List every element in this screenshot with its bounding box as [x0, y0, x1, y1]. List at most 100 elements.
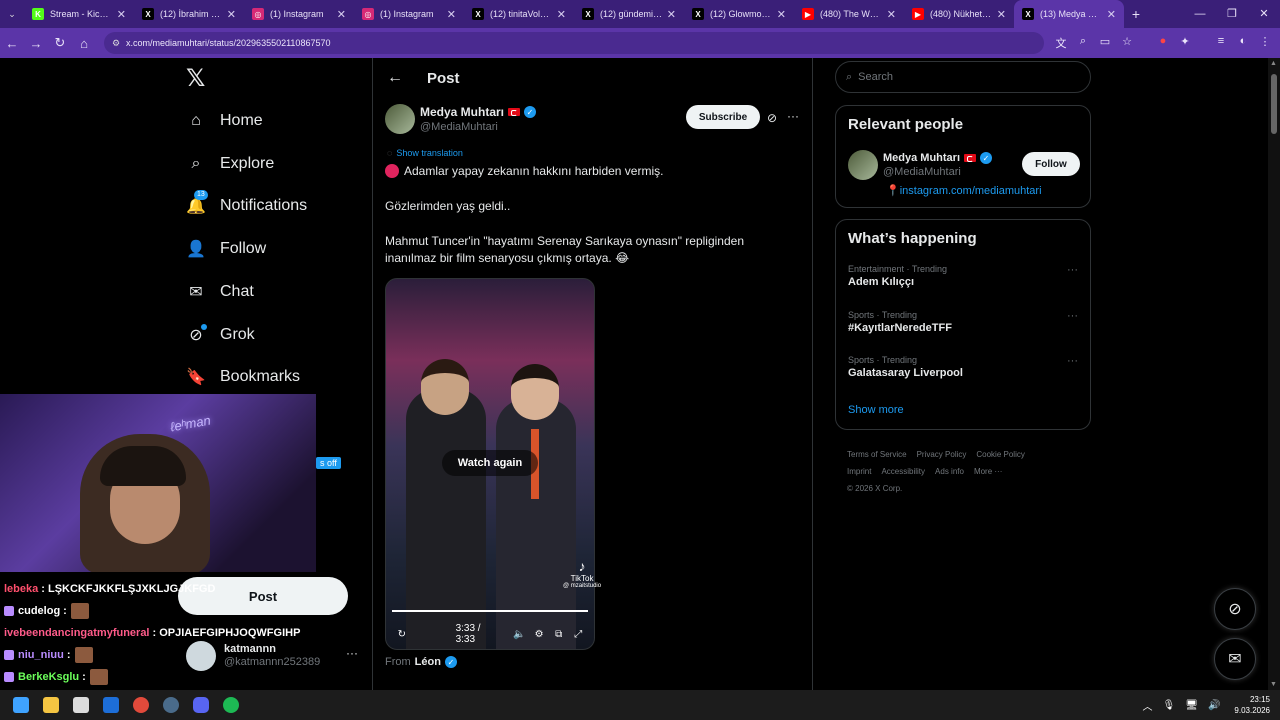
back-arrow-icon[interactable]: ←	[387, 69, 427, 87]
browser-tab[interactable]: X (12) gündemio on X ✕	[574, 0, 684, 28]
more-icon[interactable]: ···	[1067, 264, 1078, 276]
more-icon[interactable]: ···	[1067, 310, 1078, 322]
watch-again-button[interactable]: Watch again	[442, 450, 538, 476]
grok-icon[interactable]: ⊘	[767, 111, 777, 125]
restore-icon[interactable]: ❐	[1216, 0, 1248, 28]
show-translation-link[interactable]: ◌ Show translation	[387, 148, 463, 158]
browser-tab[interactable]: ▶ (480) Nükhet Duru ✕	[904, 0, 1014, 28]
tab-close-icon[interactable]: ✕	[777, 8, 786, 21]
outlook-icon[interactable]	[96, 690, 126, 720]
more-icon[interactable]: ···	[787, 109, 799, 123]
browser-menu-icon[interactable]: ⋮	[1254, 35, 1276, 51]
zoom-icon[interactable]: ⌕	[1072, 35, 1094, 51]
minimize-icon[interactable]: —	[1184, 0, 1216, 28]
x-logo-icon[interactable]: 𝕏	[186, 67, 208, 91]
bio-link[interactable]: 📍instagram.com/mediamuhtari	[886, 184, 1042, 197]
avatar[interactable]	[848, 150, 878, 180]
author-name[interactable]: Medya Muhtarı	[420, 105, 504, 119]
scrollbar-thumb[interactable]	[1271, 74, 1277, 134]
extensions-icon[interactable]: ✦	[1174, 35, 1196, 51]
volume-icon[interactable]: 🔈	[510, 629, 530, 640]
media-icon[interactable]: ≡	[1210, 35, 1232, 51]
discord-icon[interactable]	[186, 690, 216, 720]
tab-search-icon[interactable]: ⌄	[0, 0, 24, 28]
from-user-link[interactable]: Léon	[415, 656, 441, 668]
nav-item-bookmarks[interactable]: 🔖 Bookmarks	[186, 362, 300, 392]
trend-item[interactable]: Sports · Trending Galatasaray Liverpool ··…	[848, 355, 1078, 379]
footer-link[interactable]: Imprint	[847, 467, 871, 476]
replay-icon[interactable]: ↻	[392, 629, 412, 640]
nav-item-chat[interactable]: ✉ Chat	[186, 277, 254, 307]
tab-close-icon[interactable]: ✕	[667, 8, 676, 21]
reload-icon[interactable]: ↻	[48, 35, 72, 51]
author-handle[interactable]: @MediaMuhtari	[420, 121, 536, 133]
nav-item-grok[interactable]: ⊘ Grok	[186, 320, 255, 350]
speaker-icon[interactable]: 🔊	[1208, 700, 1220, 711]
footer-link[interactable]: Cookie Policy	[976, 450, 1024, 459]
tray-chevron-icon[interactable]: ︿	[1143, 698, 1153, 713]
nav-item-explore[interactable]: ⌕ Explore	[186, 149, 275, 179]
more-icon[interactable]: ···	[346, 646, 358, 660]
tab-close-icon[interactable]: ✕	[1107, 8, 1116, 21]
forward-icon[interactable]: →	[24, 36, 48, 51]
file-explorer-icon[interactable]	[36, 690, 66, 720]
footer-link[interactable]: Accessibility	[881, 467, 925, 476]
scroll-up-icon[interactable]: ▲	[1270, 60, 1277, 67]
browser-tab[interactable]: ◎ (1) Instagram ✕	[244, 0, 354, 28]
follow-button[interactable]: Follow	[1022, 152, 1080, 176]
browser-tab[interactable]: X (12) tinitaVolkan on X ✕	[464, 0, 574, 28]
footer-link[interactable]: More ···	[974, 467, 1002, 476]
browser-tab[interactable]: K Stream - Kick Dashboard ✕	[24, 0, 134, 28]
settings-icon[interactable]: ⚙	[529, 629, 549, 640]
tab-close-icon[interactable]: ✕	[117, 8, 126, 21]
relevant-person[interactable]: Medya Muhtarı ✓ @MediaMuhtari	[848, 150, 993, 180]
extension-record-icon[interactable]: ●	[1152, 35, 1174, 51]
translate-icon[interactable]: 文	[1050, 35, 1072, 51]
tab-close-icon[interactable]: ✕	[227, 8, 236, 21]
browser-tab[interactable]: ◎ (1) Instagram ✕	[354, 0, 464, 28]
fullscreen-icon[interactable]: ⤢	[568, 629, 588, 640]
more-icon[interactable]: ···	[1067, 355, 1078, 367]
grok-float-button[interactable]: ⊘	[1214, 588, 1256, 630]
microphone-icon[interactable]: 🎙	[1163, 700, 1176, 711]
browser-tab[interactable]: X (12) Glowmoon on X ✕	[684, 0, 794, 28]
footer-link[interactable]: Privacy Policy	[917, 450, 967, 459]
install-icon[interactable]: ▭	[1094, 35, 1116, 51]
tab-close-icon[interactable]: ✕	[447, 8, 456, 21]
site-info-icon[interactable]: ⚙	[112, 38, 126, 49]
spotify-icon[interactable]	[216, 690, 246, 720]
trend-item[interactable]: Entertainment · Trending Adem Kılıççı ···	[848, 264, 1078, 288]
footer-link[interactable]: Terms of Service	[847, 450, 907, 459]
store-icon[interactable]	[66, 690, 96, 720]
clock[interactable]: 23:15 9.03.2026	[1234, 694, 1270, 716]
avatar[interactable]	[385, 104, 415, 134]
back-icon[interactable]: ←	[0, 36, 24, 51]
page-scrollbar[interactable]: ▲ ▼	[1268, 58, 1280, 690]
search-input[interactable]: ⌕ Search	[835, 61, 1091, 93]
relevant-person-name[interactable]: Medya Muhtarı	[883, 152, 960, 164]
trend-item[interactable]: Sports · Trending #KayıtlarNeredeTFF ···	[848, 310, 1078, 334]
tab-close-icon[interactable]: ✕	[557, 8, 566, 21]
close-window-icon[interactable]: ✕	[1248, 0, 1280, 28]
tab-close-icon[interactable]: ✕	[887, 8, 896, 21]
pip-icon[interactable]: ⧉	[549, 629, 569, 640]
video-progress-bar[interactable]	[392, 610, 588, 612]
scroll-down-icon[interactable]: ▼	[1270, 681, 1277, 688]
network-icon[interactable]: 🖥	[1185, 700, 1198, 711]
url-field[interactable]: ⚙ x.com/mediamuhtari/status/202963550211…	[104, 32, 1044, 54]
star-icon[interactable]: ☆	[1116, 35, 1138, 51]
profile-avatar-icon[interactable]: ◐	[1232, 35, 1254, 51]
show-more-link[interactable]: Show more	[848, 404, 904, 416]
browser-tab[interactable]: X (12) İbrahim on X ✕	[134, 0, 244, 28]
tab-close-icon[interactable]: ✕	[337, 8, 346, 21]
chrome-icon[interactable]	[126, 690, 156, 720]
nav-item-home[interactable]: ⌂ Home	[186, 106, 263, 136]
nav-item-notifications[interactable]: 🔔 13 Notifications	[186, 190, 307, 221]
tab-close-icon[interactable]: ✕	[997, 8, 1006, 21]
footer-link[interactable]: Ads info	[935, 467, 964, 476]
messages-float-button[interactable]: ✉	[1214, 638, 1256, 680]
new-tab-button[interactable]: +	[1124, 6, 1148, 22]
steam-icon[interactable]	[156, 690, 186, 720]
home-browser-icon[interactable]: ⌂	[72, 36, 96, 51]
nav-item-follow[interactable]: 👤 Follow	[186, 234, 266, 264]
